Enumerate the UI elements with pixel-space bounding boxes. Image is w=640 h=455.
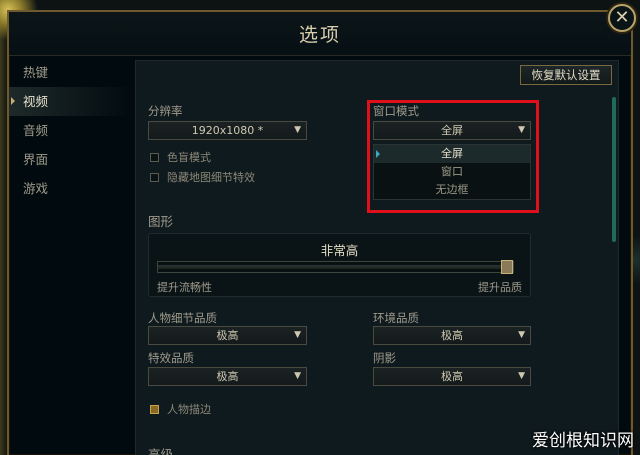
slider-fill <box>158 265 501 269</box>
shadows-select[interactable]: 极高 ▼ <box>373 367 531 386</box>
environment-quality-label: 环境品质 <box>373 311 419 325</box>
colorblind-mode-checkbox[interactable] <box>150 152 159 162</box>
graphics-quality-value: 非常高 <box>320 243 359 258</box>
environment-quality-select[interactable]: 极高 ▼ <box>373 326 531 345</box>
slider-left-label: 提升流畅性 <box>157 281 212 294</box>
environment-quality-value: 极高 <box>441 329 463 342</box>
character-quality-label: 人物细节品质 <box>148 311 217 325</box>
slider-labels: 提升流畅性 提升品质 <box>157 279 522 295</box>
restore-defaults-button[interactable]: 恢复默认设置 <box>520 65 612 85</box>
slider-right-label: 提升品质 <box>478 281 522 294</box>
character-outline-checkbox[interactable] <box>150 404 159 414</box>
options-window: 选项 热键 视频 音频 界面 游戏 恢复默认设置 分辨率 1920x1080 *… <box>7 10 633 455</box>
graphics-section-title: 图形 <box>148 214 174 229</box>
sidebar: 热键 视频 音频 界面 游戏 <box>9 58 134 203</box>
chevron-down-icon: ▼ <box>518 330 525 340</box>
graphics-quality-slider[interactable] <box>157 260 514 274</box>
title-bar: 选项 <box>9 12 631 56</box>
slider-thumb[interactable] <box>501 260 513 274</box>
shadows-value: 极高 <box>441 370 463 383</box>
chevron-down-icon: ▼ <box>294 330 301 340</box>
colorblind-mode-label: 色盲模式 <box>167 151 211 164</box>
character-outline-label: 人物描边 <box>167 403 211 416</box>
character-quality-value: 极高 <box>216 329 239 342</box>
sidebar-item-audio[interactable]: 音频 <box>9 116 134 145</box>
resolution-label: 分辨率 <box>148 104 183 118</box>
hide-map-details-label: 隐藏地图细节特效 <box>167 171 255 184</box>
sidebar-item-game[interactable]: 游戏 <box>9 174 134 203</box>
hide-map-details-row[interactable]: 隐藏地图细节特效 <box>150 169 255 185</box>
character-quality-select[interactable]: 极高 ▼ <box>148 326 307 345</box>
hide-map-details-checkbox[interactable] <box>150 172 159 182</box>
close-button[interactable]: ✕ <box>608 4 636 32</box>
chevron-down-icon: ▼ <box>294 371 301 381</box>
sidebar-item-video[interactable]: 视频 <box>9 87 134 116</box>
shadows-label: 阴影 <box>373 351 396 365</box>
advanced-section-title: 高级 <box>148 447 174 455</box>
resolution-value: 1920x1080 * <box>191 124 264 137</box>
scrollbar[interactable] <box>612 97 616 242</box>
red-highlight-box <box>367 100 539 213</box>
chevron-down-icon: ▼ <box>518 371 525 381</box>
colorblind-mode-row[interactable]: 色盲模式 <box>150 149 211 165</box>
video-settings-panel: 恢复默认设置 分辨率 1920x1080 * ▼ 色盲模式 隐藏地图细节特效 窗… <box>135 60 619 455</box>
watermark: 爱创根知识网 <box>532 431 634 451</box>
graphics-quality-box: 非常高 提升流畅性 提升品质 <box>148 233 531 297</box>
chevron-down-icon: ▼ <box>294 125 301 135</box>
close-icon: ✕ <box>614 7 630 28</box>
sidebar-item-interface[interactable]: 界面 <box>9 145 134 174</box>
sidebar-item-hotkeys[interactable]: 热键 <box>9 58 134 87</box>
window-title: 选项 <box>298 24 341 46</box>
effects-quality-select[interactable]: 极高 ▼ <box>148 367 307 386</box>
effects-quality-label: 特效品质 <box>148 351 194 365</box>
character-outline-row[interactable]: 人物描边 <box>150 401 211 417</box>
resolution-select[interactable]: 1920x1080 * ▼ <box>148 121 307 140</box>
effects-quality-value: 极高 <box>216 370 239 383</box>
